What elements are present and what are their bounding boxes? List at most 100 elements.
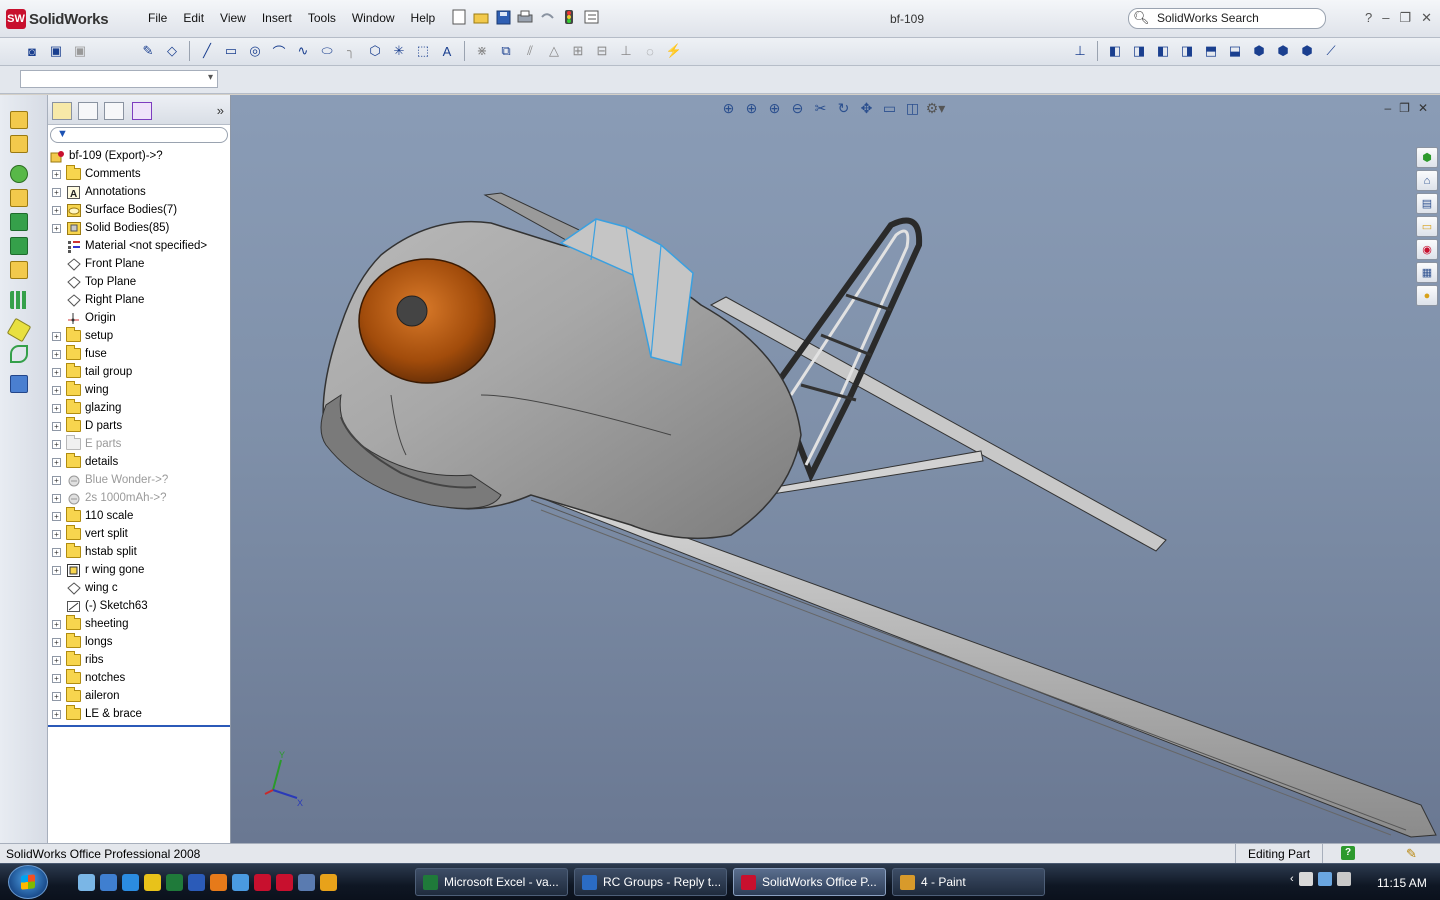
airplane-model[interactable] xyxy=(231,95,1440,843)
expand-toggle-icon[interactable]: + xyxy=(52,511,61,521)
relations-icon[interactable]: ⊟ xyxy=(592,41,612,61)
remote-desktop-icon[interactable] xyxy=(298,874,315,891)
tree-item[interactable]: + D parts xyxy=(48,417,230,435)
propertymanager-tab-icon[interactable] xyxy=(78,102,98,120)
menu-window[interactable]: Window xyxy=(344,11,403,25)
expand-toggle-icon[interactable]: + xyxy=(52,619,61,629)
tree-item[interactable]: Origin xyxy=(48,309,230,327)
tree-item[interactable]: +2s 1000mAh->? xyxy=(48,489,230,507)
lofted-boss-icon[interactable] xyxy=(10,189,28,207)
tree-item[interactable]: + aileron xyxy=(48,687,230,705)
taskbar-button-excel[interactable]: Microsoft Excel - va... xyxy=(415,868,568,896)
taskbar-clock[interactable]: 11:15 AM xyxy=(1377,876,1427,890)
right-view-icon[interactable]: ◨ xyxy=(1177,41,1197,61)
home-icon[interactable]: ⌂ xyxy=(1416,170,1438,191)
menu-insert[interactable]: Insert xyxy=(254,11,300,25)
measure-icon[interactable]: ⟋ xyxy=(1321,41,1341,61)
instant3d-icon[interactable] xyxy=(10,375,28,393)
tree-item[interactable]: + details xyxy=(48,453,230,471)
ellipse-icon[interactable]: ⬭ xyxy=(317,41,337,61)
smart-dimension-icon[interactable]: ◇ xyxy=(162,41,182,61)
back-view-icon[interactable]: ◨ xyxy=(1129,41,1149,61)
tree-item[interactable]: + sheeting xyxy=(48,615,230,633)
expand-toggle-icon[interactable]: + xyxy=(52,673,61,683)
expand-toggle-icon[interactable]: + xyxy=(52,205,61,215)
curves-icon[interactable] xyxy=(10,345,28,363)
close-button[interactable]: ✕ xyxy=(1421,10,1432,26)
tree-item[interactable]: + setup xyxy=(48,327,230,345)
tree-item[interactable]: + LE & brace xyxy=(48,705,230,723)
configuration-dropdown[interactable] xyxy=(20,70,218,88)
solidworks-search-input[interactable]: 🔍︎ SolidWorks Search xyxy=(1128,8,1326,29)
reference-geometry-icon[interactable] xyxy=(6,317,32,343)
tree-item[interactable]: Material <not specified> xyxy=(48,237,230,255)
menu-file[interactable]: File xyxy=(140,11,175,25)
expand-toggle-icon[interactable]: + xyxy=(52,529,61,539)
circle-icon[interactable]: ◎ xyxy=(245,41,265,61)
taskbar-button-rcgroups[interactable]: RC Groups - Reply t... xyxy=(574,868,727,896)
photoworks-icon[interactable]: ▣ xyxy=(46,41,66,61)
expand-toggle-icon[interactable]: + xyxy=(52,349,61,359)
expand-toggle-icon[interactable]: + xyxy=(52,691,61,701)
view-palette-icon[interactable]: ▦ xyxy=(1416,262,1438,283)
revolved-cut-icon[interactable] xyxy=(10,237,28,255)
normal-to-icon[interactable]: ⊥ xyxy=(1070,41,1090,61)
solidworks-launch-icon[interactable] xyxy=(254,874,271,891)
rectangle-icon[interactable]: ▭ xyxy=(221,41,241,61)
polygon-icon[interactable]: ⬡ xyxy=(365,41,385,61)
isometric-view-icon[interactable]: ⬢ xyxy=(1249,41,1269,61)
tray-app-icon[interactable] xyxy=(1298,872,1313,886)
tree-item[interactable]: Front Plane xyxy=(48,255,230,273)
minimize-button[interactable]: – xyxy=(1382,10,1389,26)
blocks-icon[interactable]: ◌ xyxy=(640,41,660,61)
save-icon[interactable] xyxy=(494,8,512,26)
expand-toggle-icon[interactable]: + xyxy=(52,637,61,647)
help-button[interactable]: ? xyxy=(1365,10,1372,26)
rebuild-traffic-light-icon[interactable] xyxy=(560,8,578,26)
excel-icon[interactable] xyxy=(166,874,183,891)
front-view-icon[interactable]: ◧ xyxy=(1105,41,1125,61)
undo-icon[interactable] xyxy=(538,8,556,26)
tree-filter-input[interactable]: ▼ xyxy=(50,127,228,143)
expand-toggle-icon[interactable]: + xyxy=(52,403,61,413)
tree-item[interactable]: + E parts xyxy=(48,435,230,453)
convert-entities-icon[interactable]: ⬚ xyxy=(413,41,433,61)
tree-item[interactable]: + fuse xyxy=(48,345,230,363)
tree-item[interactable]: + longs xyxy=(48,633,230,651)
featuremanager-tab-icon[interactable] xyxy=(52,102,72,120)
tree-item[interactable]: Top Plane xyxy=(48,273,230,291)
search-app-icon[interactable] xyxy=(232,874,249,891)
expand-toggle-icon[interactable]: + xyxy=(52,475,61,485)
point-icon[interactable]: ✳ xyxy=(389,41,409,61)
status-pin-icon[interactable]: ✎ xyxy=(1406,846,1417,862)
network-icon[interactable] xyxy=(1317,872,1332,886)
graphics-area[interactable]: ⊕ ⊕ ⊕ ⊖ ✂ ↻ ✥ ▭ ◫ ⚙▾ – ❐ ✕ Y X ⬢ ⌂ ▤ ▭ ◉… xyxy=(231,95,1440,843)
fillet-icon[interactable]: ╮ xyxy=(341,41,361,61)
expand-toggle-icon[interactable]: + xyxy=(52,385,61,395)
tree-item[interactable]: Right Plane xyxy=(48,291,230,309)
solidworks-resources-icon[interactable]: ⬢ xyxy=(1416,147,1438,168)
status-help-icon[interactable]: ? xyxy=(1341,846,1355,860)
expand-toggle-icon[interactable]: + xyxy=(52,367,61,377)
top-view-icon[interactable]: ⬒ xyxy=(1201,41,1221,61)
trim-icon[interactable]: ⋇ xyxy=(472,41,492,61)
tree-item[interactable]: +110 scale xyxy=(48,507,230,525)
instant-2d-icon[interactable]: ⚡ xyxy=(664,41,684,61)
expand-toggle-icon[interactable]: + xyxy=(52,493,61,503)
file-explorer-icon[interactable]: ▭ xyxy=(1416,216,1438,237)
firefox-icon[interactable] xyxy=(210,874,227,891)
open-folder-icon[interactable] xyxy=(472,8,490,26)
tree-item[interactable]: + A Annotations xyxy=(48,183,230,201)
ie-icon[interactable] xyxy=(78,874,95,891)
media-player-icon[interactable] xyxy=(320,874,337,891)
expand-toggle-icon[interactable]: + xyxy=(52,223,61,233)
restore-button[interactable]: ❐ xyxy=(1399,10,1411,26)
tray-expand-icon[interactable]: ‹ xyxy=(1290,873,1294,885)
mirror-icon[interactable]: ⫽ xyxy=(520,41,540,61)
sketch-icon[interactable]: ✎ xyxy=(138,41,158,61)
windows-media-icon[interactable] xyxy=(100,874,117,891)
repair-icon[interactable]: ⊥ xyxy=(616,41,636,61)
menu-view[interactable]: View xyxy=(212,11,254,25)
extruded-boss-icon[interactable] xyxy=(10,111,28,129)
word-icon[interactable] xyxy=(188,874,205,891)
